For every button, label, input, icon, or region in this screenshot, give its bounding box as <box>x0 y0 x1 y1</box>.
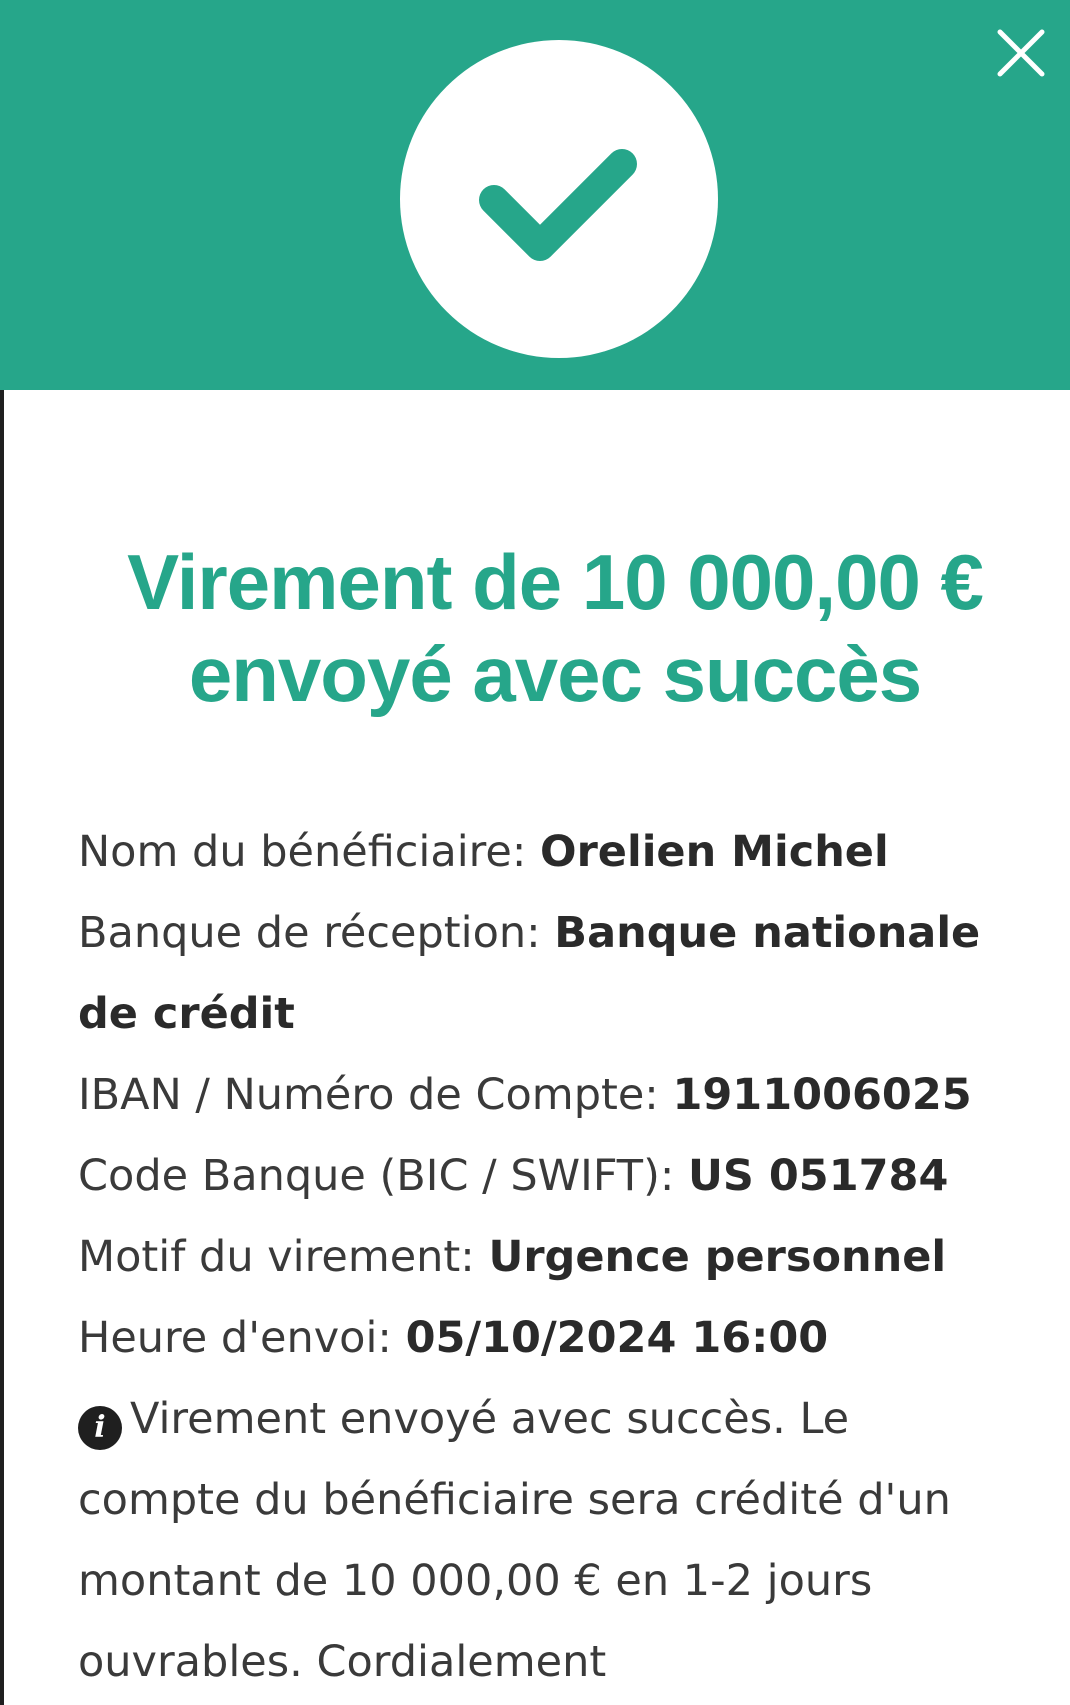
detail-send-time: Heure d'envoi: 05/10/2024 16:00 <box>78 1298 1018 1379</box>
detail-label: Motif du virement: <box>78 1232 489 1282</box>
detail-transfer-reason: Motif du virement: Urgence personnel <box>78 1217 1018 1298</box>
detail-value: 1911006025 <box>672 1070 972 1120</box>
transfer-confirmation-screen: Virement de 10 000,00 € envoyé avec succ… <box>0 0 1070 1705</box>
detail-value: Orelien Michel <box>540 827 889 877</box>
info-icon: i <box>78 1406 122 1450</box>
detail-receiving-bank: Banque de réception: Banque nationale de… <box>78 893 1018 1055</box>
info-note: i Virement envoyé avec succès. Le compte … <box>78 1379 1018 1703</box>
success-badge <box>400 40 718 358</box>
detail-label: Code Banque (BIC / SWIFT): <box>78 1151 688 1201</box>
page-title: Virement de 10 000,00 € envoyé avec succ… <box>127 538 984 718</box>
detail-label: Banque de réception: <box>78 908 555 958</box>
detail-label: Heure d'envoi: <box>78 1313 406 1363</box>
close-icon <box>997 29 1045 77</box>
detail-bank-code: Code Banque (BIC / SWIFT): US 051784 <box>78 1136 1018 1217</box>
detail-value: Urgence personnel <box>488 1232 947 1282</box>
transfer-details: Nom du bénéficiaire: Orelien Michel Banq… <box>78 812 1018 1703</box>
detail-iban: IBAN / Numéro de Compte: 1911006025 <box>78 1055 1018 1136</box>
check-icon <box>479 149 637 261</box>
success-header <box>0 0 1070 390</box>
info-text: Virement envoyé avec succès. Le compte d… <box>78 1394 951 1687</box>
detail-value: US 051784 <box>688 1151 949 1201</box>
detail-beneficiary-name: Nom du bénéficiaire: Orelien Michel <box>78 812 1018 893</box>
close-button[interactable] <box>992 24 1050 82</box>
detail-value: 05/10/2024 16:00 <box>405 1313 829 1363</box>
detail-label: Nom du bénéficiaire: <box>78 827 541 877</box>
detail-label: IBAN / Numéro de Compte: <box>78 1070 673 1120</box>
